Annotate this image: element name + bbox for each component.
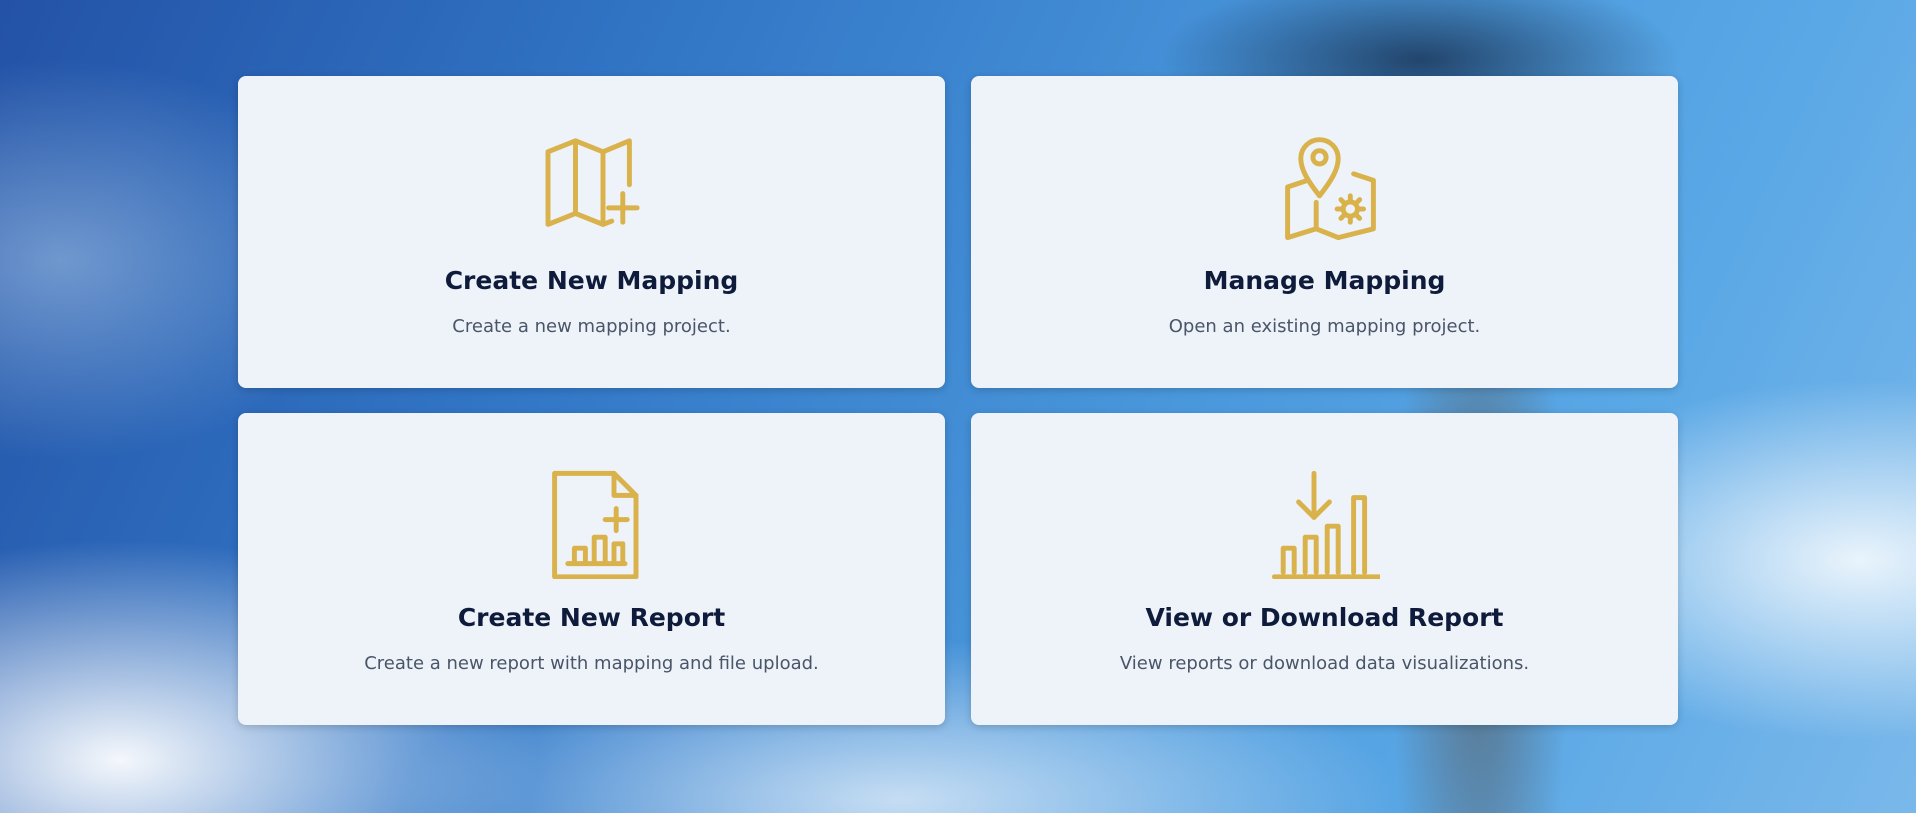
create-new-report-card[interactable]: Create New Report Create a new report wi… [238,413,945,725]
file-chart-plus-icon [537,469,647,579]
map-plus-icon [537,132,647,242]
create-new-mapping-card[interactable]: Create New Mapping Create a new mapping … [238,76,945,388]
card-description: Create a new mapping project. [452,316,731,337]
card-description: View reports or download data visualizat… [1119,653,1530,674]
map-pin-gear-icon [1270,132,1380,242]
card-title: Manage Mapping [1203,266,1446,295]
card-title: Create New Mapping [444,266,739,295]
card-description: Open an existing mapping project. [1168,316,1481,337]
card-title: View or Download Report [1145,603,1504,632]
view-or-download-report-card[interactable]: View or Download Report View reports or … [971,413,1678,725]
card-title: Create New Report [457,603,726,632]
manage-mapping-card[interactable]: Manage Mapping Open an existing mapping … [971,76,1678,388]
chart-download-icon [1270,469,1380,579]
dashboard-card-grid: Create New Mapping Create a new mapping … [238,76,1678,725]
card-description: Create a new report with mapping and fil… [364,653,819,674]
